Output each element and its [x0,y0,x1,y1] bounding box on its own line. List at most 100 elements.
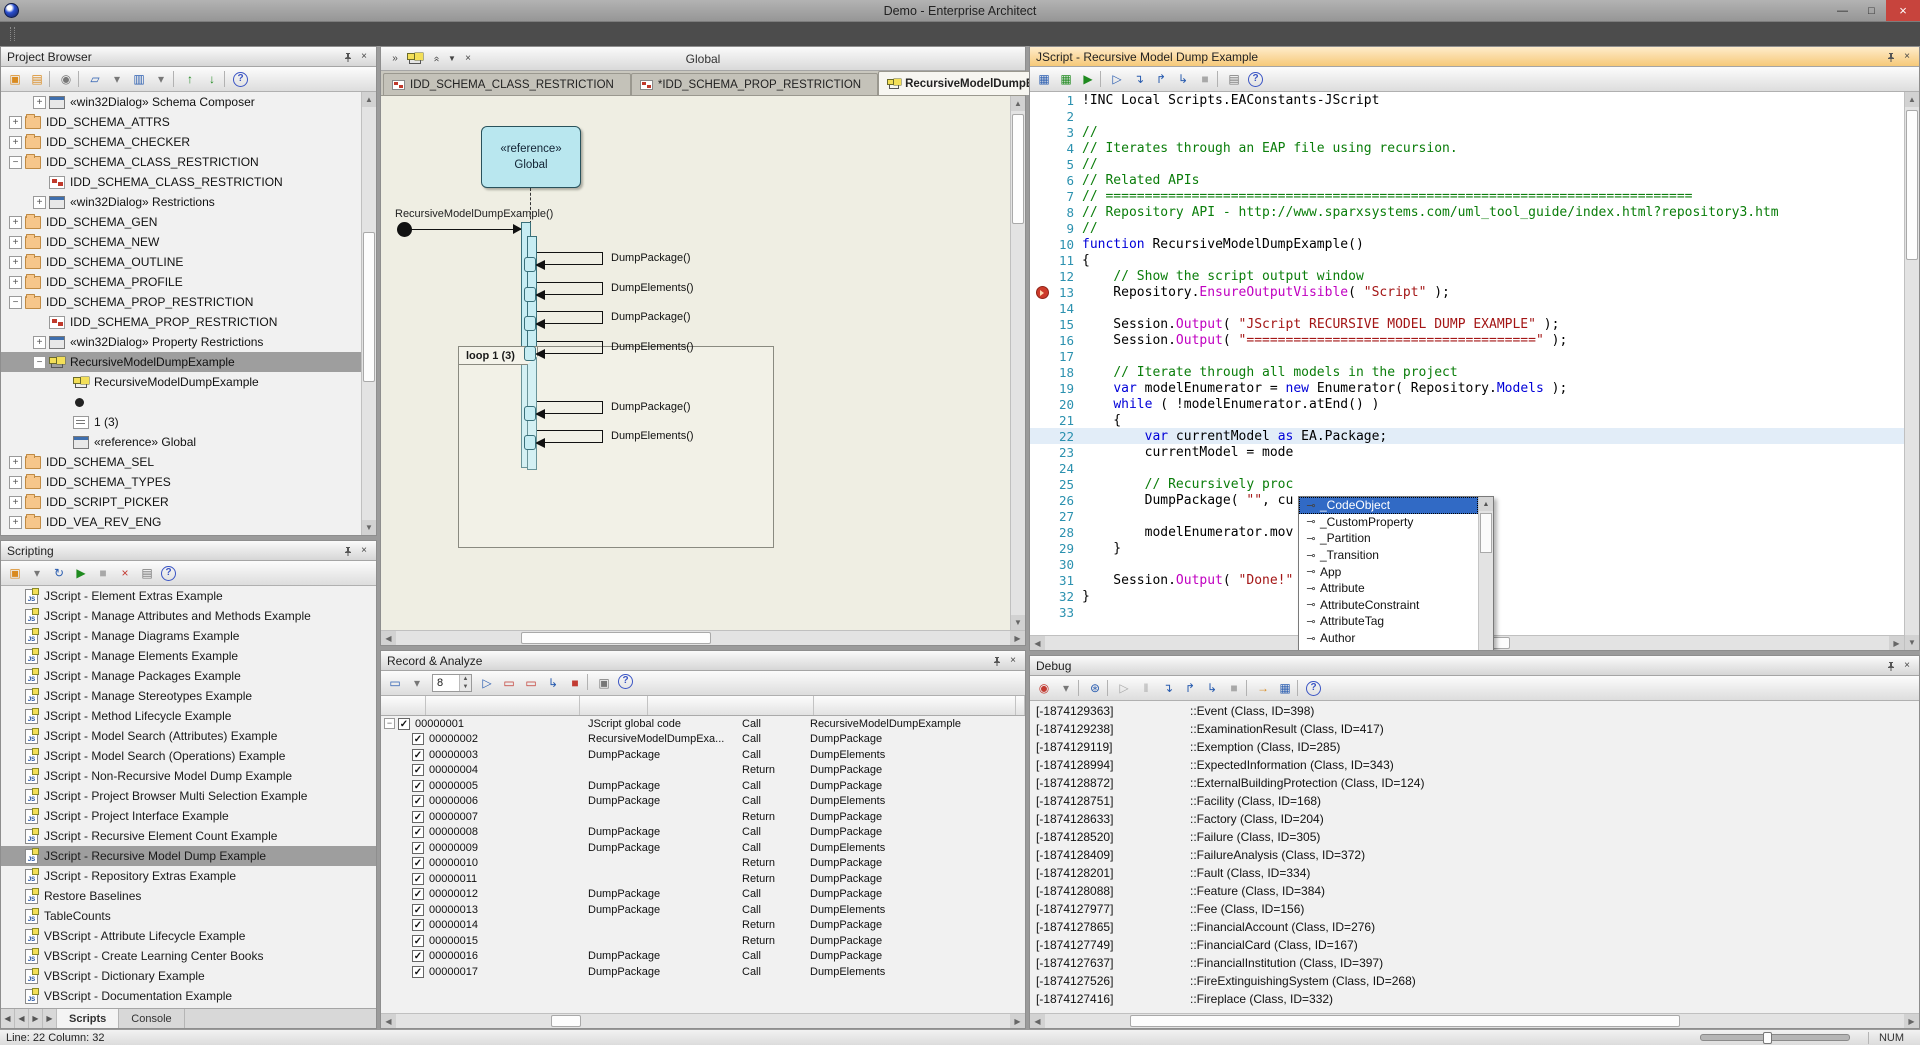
debug-row[interactable]: [-1874128872] ::ExternalBuildingProtecti… [1030,774,1919,792]
code-line[interactable]: 21 { [1030,412,1919,428]
script-list-item[interactable]: JScript - Manage Stereotypes Example [1,686,376,706]
close-icon[interactable]: × [460,52,476,66]
move-up-icon[interactable]: ↑ [180,70,200,89]
tree-item[interactable]: IDD_SCHEMA_PROP_RESTRICTION [1,312,376,332]
lifeline-head[interactable]: «reference» Global [481,126,581,188]
code-line[interactable]: 1!INC Local Scripts.EAConstants-JScript [1030,92,1919,108]
dropdown-icon[interactable]: ▾ [407,674,427,693]
row-expander-icon[interactable] [384,858,395,869]
tree-expander-icon[interactable]: − [33,356,46,369]
dropdown-icon[interactable]: ▼ [444,52,460,66]
debug-row[interactable]: [-1874127526] ::FireExtinguishingSystem … [1030,972,1919,990]
autocomplete-item[interactable]: ⊸ _CodeObject [1299,497,1478,514]
code-line[interactable]: 22 var currentModel as EA.Package; [1030,428,1919,444]
close-icon[interactable]: × [356,50,372,64]
row-checkbox[interactable] [412,780,424,792]
row-checkbox[interactable] [412,873,424,885]
scrollbar-thumb[interactable] [1012,114,1024,224]
code-line[interactable]: 17 [1030,348,1919,364]
record-hscrollbar[interactable]: ◀▶ [381,1013,1025,1028]
code-line[interactable]: 13 Repository.EnsureOutputVisible( "Scri… [1030,284,1919,300]
record-row[interactable]: 00000014 Return DumpPackage [381,918,1025,934]
tree-item[interactable]: + «win32Dialog» Restrictions [1,192,376,212]
row-checkbox[interactable] [412,811,424,823]
tab-first-icon[interactable]: ◀ [1,1009,15,1028]
debug-row[interactable]: [-1874127749] ::FinancialCard (Class, ID… [1030,936,1919,954]
tree-item[interactable]: IDD_SCHEMA_CLASS_RESTRICTION [1,172,376,192]
record-row[interactable]: 00000010 Return DumpPackage [381,856,1025,872]
tab-next-icon[interactable]: ▶ [29,1009,43,1028]
toolbar-icon[interactable] [1100,71,1105,87]
tree-item[interactable]: + IDD_VEA_REV_ENG [1,512,376,532]
script-list-item[interactable]: JScript - Method Lifecycle Example [1,706,376,726]
close-icon[interactable]: × [1899,659,1915,673]
help-icon[interactable]: ? [233,72,248,87]
column-header[interactable] [381,696,426,715]
code-line[interactable]: 2 [1030,108,1919,124]
tree-item[interactable]: + «win32Dialog» Schema Composer [1,92,376,112]
tree-item[interactable]: − IDD_SCHEMA_CLASS_RESTRICTION [1,152,376,172]
row-expander-icon[interactable] [384,718,395,729]
column-header[interactable] [648,696,814,715]
record-row[interactable]: 00000007 Return DumpPackage [381,809,1025,825]
dropdown-icon[interactable]: ▾ [107,70,127,89]
tree-expander-icon[interactable]: + [9,116,22,129]
tree-item[interactable]: + IDD_SCHEMA_CHECKER [1,132,376,152]
script-list-item[interactable]: JScript - Non-Recursive Model Dump Examp… [1,766,376,786]
column-header[interactable] [580,696,648,715]
tree-expander-icon[interactable] [57,436,70,449]
toolbar-icon[interactable] [1246,680,1251,696]
tree-item[interactable]: + «win32Dialog» Property Restrictions [1,332,376,352]
code-line[interactable]: 5// [1030,156,1919,172]
column-header[interactable] [1016,696,1025,715]
row-checkbox[interactable] [412,733,424,745]
tree-item[interactable] [1,392,376,412]
code-line[interactable]: 16 Session.Output( "====================… [1030,332,1919,348]
code-line[interactable]: 11{ [1030,252,1919,268]
row-expander-icon[interactable] [384,920,395,931]
debug-row[interactable]: [-1874127865] ::FinancialAccount (Class,… [1030,918,1919,936]
row-expander-icon[interactable] [384,904,395,915]
row-expander-icon[interactable] [384,935,395,946]
tree-expander-icon[interactable] [57,396,70,409]
row-checkbox[interactable] [412,795,424,807]
step-into-icon[interactable]: ↴ [1158,679,1178,698]
scrollbar-thumb[interactable] [1480,513,1492,553]
code-line[interactable]: 14 [1030,300,1919,316]
diagram-hscrollbar[interactable]: ◀▶ [381,630,1025,645]
autocomplete-scrollbar[interactable]: ▲▼ [1478,497,1493,650]
zoom-slider[interactable] [1700,1034,1850,1041]
debug-row[interactable]: [-1874127637] ::FinancialInstitution (Cl… [1030,954,1919,972]
record-row[interactable]: 00000004 Return DumpPackage [381,763,1025,779]
tree-expander-icon[interactable]: + [33,336,46,349]
diagram-vscrollbar[interactable]: ▲▼ [1010,96,1025,630]
breakpoint-icon[interactable] [1030,284,1052,300]
debug-row[interactable]: [-1874127977] ::Fee (Class, ID=156) [1030,900,1919,918]
step-out-icon[interactable]: ↳ [1202,679,1222,698]
save-icon[interactable]: ▦ [1034,70,1054,89]
script-list-item[interactable]: JScript - Manage Diagrams Example [1,626,376,646]
toolbar-icon[interactable] [587,674,592,690]
record-row[interactable]: 00000006 DumpPackage Call DumpElements [381,794,1025,810]
script-list-item[interactable]: JScript - Manage Packages Example [1,666,376,686]
code-line[interactable]: 15 Session.Output( "JScript RECURSIVE MO… [1030,316,1919,332]
script-list-item[interactable]: JScript - Repository Extras Example [1,866,376,886]
tree-expander-icon[interactable]: + [9,276,22,289]
tree-expander-icon[interactable] [33,176,46,189]
tab-last-icon[interactable]: ▶ [43,1009,57,1028]
script-list-item[interactable]: JScript - Model Search (Operations) Exam… [1,746,376,766]
record-row[interactable]: 00000015 Return DumpPackage [381,933,1025,949]
help-icon[interactable]: ? [161,566,176,581]
script-list-item[interactable]: Restore Baselines [1,886,376,906]
script-list-item[interactable]: JScript - Manage Attributes and Methods … [1,606,376,626]
debug-row[interactable]: [-1874129238] ::ExaminationResult (Class… [1030,720,1919,738]
copy-icon[interactable]: ▣ [594,674,614,693]
autocomplete-item[interactable]: ⊸ Author [1299,630,1478,647]
diagram-tab[interactable]: *IDD_SCHEMA_PROP_RESTRICTION [631,73,878,95]
code-line[interactable]: 12 // Show the script output window [1030,268,1919,284]
tree-expander-icon[interactable]: − [9,296,22,309]
row-checkbox[interactable] [412,857,424,869]
tree-item[interactable]: + IDD_SCRIPT_PICKER [1,492,376,512]
column-header[interactable] [814,696,1016,715]
scripting-tab[interactable]: Scripts [57,1009,119,1028]
